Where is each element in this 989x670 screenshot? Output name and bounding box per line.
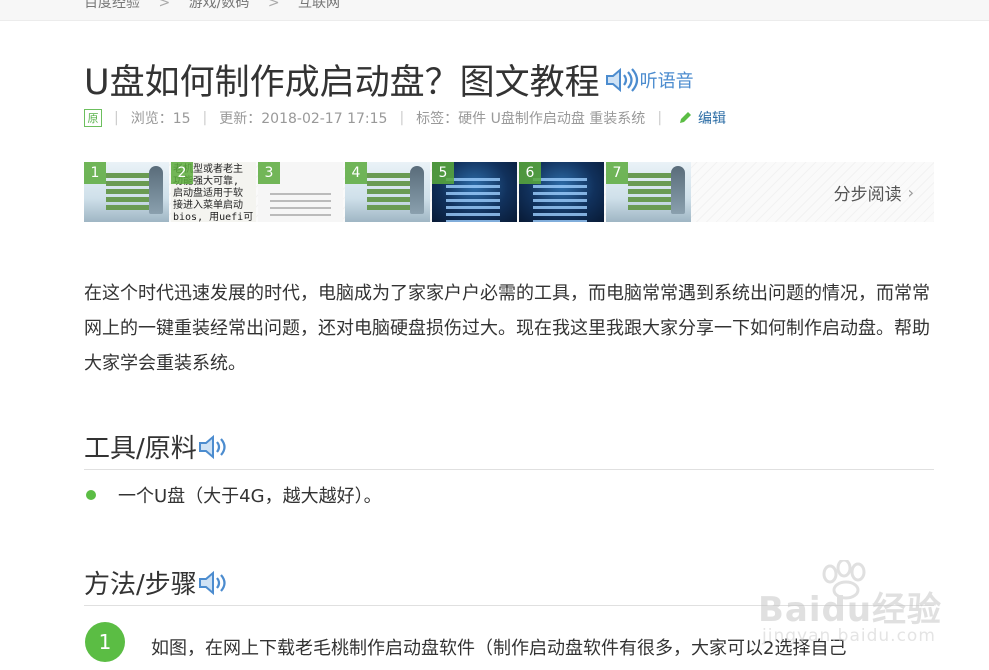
step-read-label: 分步阅读 [833,184,902,205]
step-thumbnail-strip: 1 2 老机型或者老主 功能强大可靠, 启动盘适用于软 接进入菜单启动 bios… [84,162,934,222]
watermark-url: jingyan.baidu.com [762,626,936,646]
thumbnail-number: 1 [84,162,106,184]
breadcrumb-link-home[interactable]: 百度经验 [84,0,140,11]
thumbnail-number: 7 [606,162,628,184]
step-number-badge: 1 [85,622,125,662]
watermark-brand: Baidu经验 [758,590,943,630]
step-thumbnail-5[interactable]: 5 [432,162,517,222]
meta-separator: | [399,110,405,126]
page-title: U盘如何制作成启动盘？图文教程 [84,63,600,103]
edit-label: 编辑 [698,111,727,127]
step-thumbnail-3[interactable]: 3 [258,162,343,222]
article-meta: 原 | 浏览：15 | 更新：2018-02-17 17:15 | 标签：硬件 … [84,108,726,128]
thumbnail-number: 3 [258,162,280,184]
step-thumbnail-6[interactable]: 6 [519,162,604,222]
listen-label: 听语音 [639,70,694,92]
tags: 标签：硬件 U盘制作启动盘 重装系统 [416,111,646,127]
steps-heading: 方法/步骤 [84,564,233,601]
meta-separator: | [114,110,119,126]
list-item: 一个U盘（大于4G，越大越好）。 [84,482,382,508]
breadcrumb-link-subcategory[interactable]: 互联网 [298,0,340,11]
thumbnail-number: 4 [345,162,367,184]
tools-heading: 工具/原料 [84,428,233,465]
speaker-icon[interactable] [197,434,233,460]
edit-button[interactable]: 编辑 [678,108,726,128]
step-thumbnail-7[interactable]: 7 [606,162,691,222]
steps-heading-label: 方法/步骤 [84,570,197,600]
original-badge: 原 [84,109,102,127]
meta-separator: | [657,110,663,126]
listen-button[interactable]: 听语音 [604,67,694,93]
pencil-icon [680,112,692,123]
breadcrumb-link-category[interactable]: 游戏/数码 [189,0,250,11]
breadcrumb: 百度经验 > 游戏/数码 > 互联网 [84,0,340,12]
tools-heading-label: 工具/原料 [84,434,197,464]
step-read-button[interactable]: 分步阅读 › [696,162,934,222]
speaker-icon[interactable] [197,570,233,596]
title-row: U盘如何制作成启动盘？图文教程 听语音 [84,54,694,105]
step-thumbnail-4[interactable]: 4 [345,162,430,222]
thumbnail-number: 6 [519,162,541,184]
speaker-icon [605,67,638,92]
thumbnail-number: 2 [171,162,193,184]
thumbnail-number: 5 [432,162,454,184]
meta-separator: | [202,110,208,126]
baidu-jingyan-watermark: Baidu经验 jingyan.baidu.com [758,560,941,670]
breadcrumb-separator: > [267,0,280,11]
chevron-right-icon: › [907,182,914,202]
step-thumbnail-2[interactable]: 2 老机型或者老主 功能强大可靠, 启动盘适用于软 接进入菜单启动 bios, … [171,162,256,222]
intro-paragraph: 在这个时代迅速发展的时代，电脑成为了家家户户必需的工具，而电脑常常遇到系统出问题… [84,283,930,374]
section-divider [84,469,934,470]
breadcrumb-separator: > [158,0,171,11]
view-count: 浏览：15 [130,111,191,127]
update-time: 更新：2018-02-17 17:15 [219,111,388,127]
breadcrumb-bar: 百度经验 > 游戏/数码 > 互联网 [0,0,989,21]
tool-item-text: 一个U盘（大于4G，越大越好）。 [118,486,382,507]
step-thumbnail-1[interactable]: 1 [84,162,169,222]
bullet-dot [86,490,96,500]
